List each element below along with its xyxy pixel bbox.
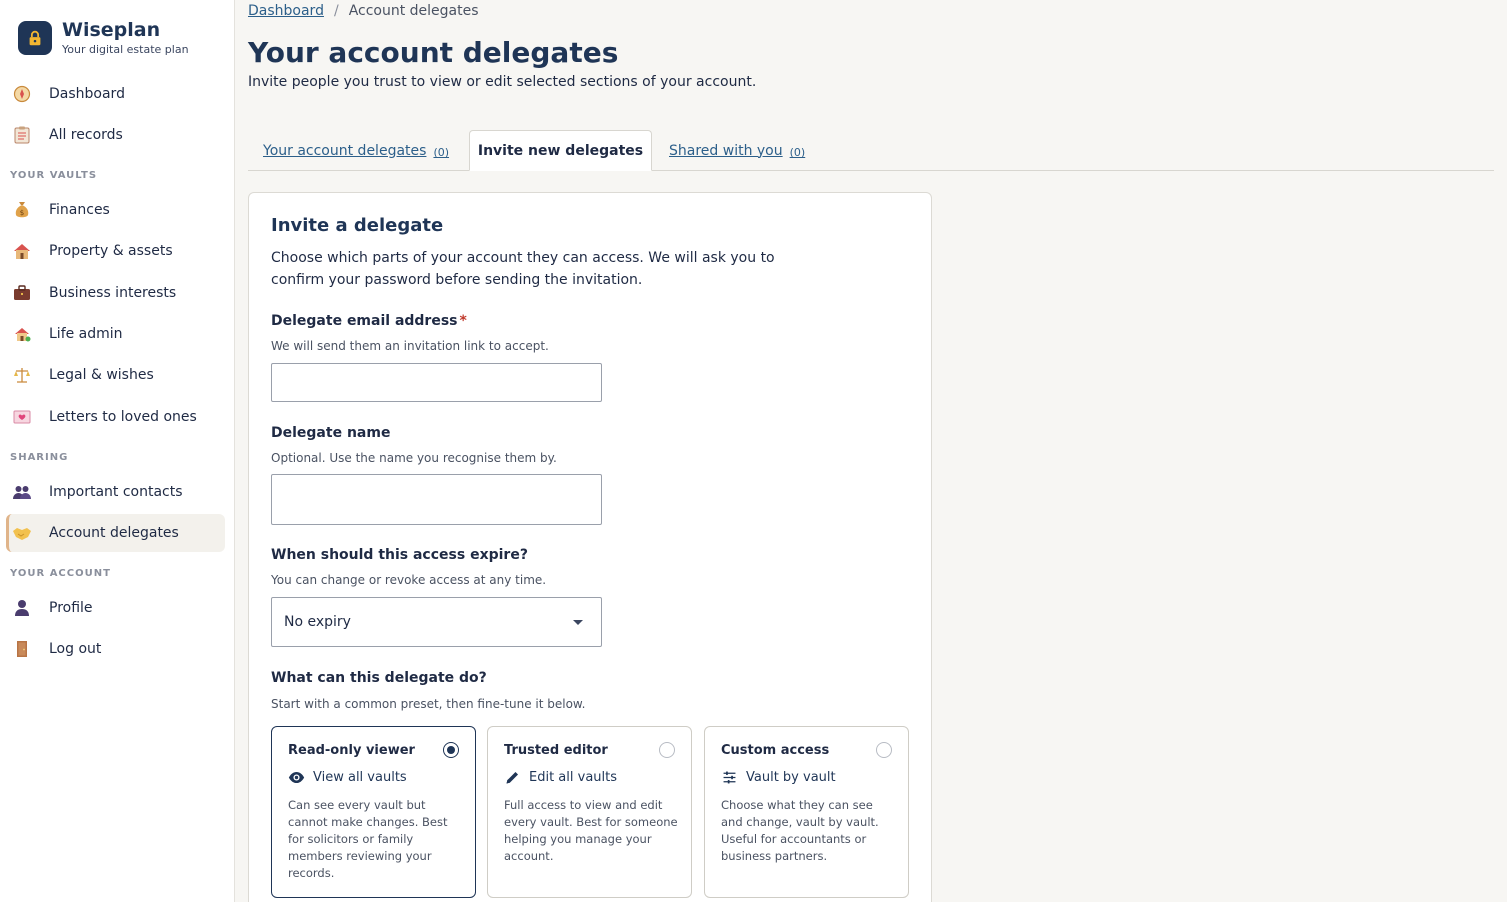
compass-icon bbox=[12, 84, 32, 104]
brand-tagline: Your digital estate plan bbox=[62, 43, 189, 56]
door-icon bbox=[12, 639, 32, 659]
section-label-vaults: YOUR VAULTS bbox=[10, 170, 98, 181]
person-icon bbox=[12, 598, 32, 618]
money-bag-icon: $ bbox=[12, 200, 32, 220]
tab-count: (0) bbox=[433, 146, 450, 159]
sliders-icon bbox=[723, 771, 736, 784]
expiry-selected-value: No expiry bbox=[284, 614, 351, 630]
preset-description: Can see every vault but cannot make chan… bbox=[288, 798, 448, 880]
permissions-hint: Start with a common preset, then fine-tu… bbox=[271, 697, 586, 711]
scales-icon bbox=[12, 365, 32, 385]
sidebar-item-label: Letters to loved ones bbox=[49, 409, 197, 425]
preset-description: Choose what they can see and change, vau… bbox=[721, 798, 879, 863]
breadcrumb-separator: / bbox=[333, 3, 339, 19]
sidebar-item-label: Important contacts bbox=[49, 484, 183, 500]
sidebar-item-dashboard[interactable]: Dashboard bbox=[6, 75, 225, 113]
lock-icon bbox=[18, 21, 52, 55]
page-title: Your account delegates bbox=[248, 36, 619, 69]
people-icon bbox=[12, 482, 32, 502]
section-label-sharing: SHARING bbox=[10, 452, 69, 463]
tab-label: Invite new delegates bbox=[477, 142, 644, 159]
preset-custom-access[interactable]: Custom access Vault by vault Choose what… bbox=[704, 726, 909, 898]
breadcrumb-current: Account delegates bbox=[348, 3, 479, 19]
name-field[interactable] bbox=[271, 474, 602, 525]
sidebar-item-all-records[interactable]: All records bbox=[6, 116, 225, 154]
card-description: Choose which parts of your account they … bbox=[271, 250, 775, 288]
love-letter-icon bbox=[12, 407, 32, 427]
email-hint: We will send them an invitation link to … bbox=[271, 339, 549, 353]
pencil-icon bbox=[506, 771, 519, 784]
sidebar-item-label: Life admin bbox=[49, 326, 123, 342]
email-field[interactable] bbox=[271, 363, 602, 402]
preset-scope: View all vaults bbox=[288, 769, 407, 786]
name-label: Delegate name bbox=[271, 425, 391, 441]
sidebar-item-account-delegates[interactable]: Account delegates bbox=[6, 514, 225, 552]
chevron-down-icon bbox=[573, 620, 583, 625]
preset-title: Read-only viewer bbox=[288, 743, 415, 758]
tab-label: Shared with you bbox=[669, 142, 783, 159]
preset-radio[interactable] bbox=[876, 742, 892, 758]
breadcrumb: Dashboard / Account delegates bbox=[248, 3, 479, 19]
handshake-icon bbox=[12, 523, 32, 543]
tab-label: Your account delegates bbox=[263, 142, 427, 159]
sidebar-item-label: Finances bbox=[49, 202, 110, 218]
sidebar-item-important-contacts[interactable]: Important contacts bbox=[6, 473, 225, 511]
preset-scope: Vault by vault bbox=[721, 769, 836, 786]
home-garden-icon bbox=[12, 324, 32, 344]
sidebar-item-label: All records bbox=[49, 127, 123, 143]
briefcase-icon bbox=[12, 283, 32, 303]
page-subtitle: Invite people you trust to view or edit … bbox=[248, 74, 757, 90]
sidebar-item-label: Account delegates bbox=[49, 525, 179, 541]
sidebar-item-finances[interactable]: $ Finances bbox=[6, 191, 225, 229]
sidebar-item-life-admin[interactable]: Life admin bbox=[6, 315, 225, 353]
clipboard-icon bbox=[12, 125, 32, 145]
sidebar-item-label: Dashboard bbox=[49, 86, 125, 102]
sidebar-item-log-out[interactable]: Log out bbox=[6, 630, 225, 668]
sidebar-item-label: Profile bbox=[49, 600, 93, 616]
svg-text:$: $ bbox=[20, 209, 24, 217]
sidebar-item-legal[interactable]: Legal & wishes bbox=[6, 356, 225, 394]
tab-invite-new-delegates[interactable]: Invite new delegates bbox=[469, 130, 652, 171]
tab-count: (0) bbox=[789, 146, 806, 159]
card-title: Invite a delegate bbox=[271, 215, 444, 236]
email-label: Delegate email address * bbox=[271, 313, 467, 329]
required-mark: * bbox=[459, 313, 467, 329]
sidebar-item-letters[interactable]: Letters to loved ones bbox=[6, 398, 225, 436]
tab-shared-with-you[interactable]: Shared with you (0) bbox=[669, 130, 805, 171]
expiry-select[interactable]: No expiry bbox=[271, 597, 602, 647]
eye-icon bbox=[288, 771, 305, 784]
sidebar: Wiseplan Your digital estate plan Dashbo… bbox=[0, 0, 235, 902]
sidebar-item-business[interactable]: Business interests bbox=[6, 274, 225, 312]
preset-radio[interactable] bbox=[443, 742, 459, 758]
tab-your-delegates[interactable]: Your account delegates (0) bbox=[263, 130, 449, 171]
sidebar-item-label: Legal & wishes bbox=[49, 367, 154, 383]
breadcrumb-dashboard-link[interactable]: Dashboard bbox=[248, 3, 324, 19]
preset-title: Trusted editor bbox=[504, 743, 608, 758]
sidebar-item-label: Property & assets bbox=[49, 243, 173, 259]
preset-scope: Edit all vaults bbox=[504, 769, 617, 786]
invite-delegate-card: Invite a delegate Choose which parts of … bbox=[248, 192, 932, 902]
name-hint: Optional. Use the name you recognise the… bbox=[271, 451, 557, 465]
preset-description: Full access to view and edit every vault… bbox=[504, 798, 678, 863]
sidebar-item-property[interactable]: Property & assets bbox=[6, 232, 225, 270]
house-icon bbox=[12, 241, 32, 261]
sidebar-item-label: Log out bbox=[49, 641, 102, 657]
sidebar-item-profile[interactable]: Profile bbox=[6, 589, 225, 627]
tab-bar: Your account delegates (0) Invite new de… bbox=[248, 130, 1494, 171]
expiry-hint: You can change or revoke access at any t… bbox=[271, 573, 547, 587]
brand[interactable]: Wiseplan Your digital estate plan bbox=[18, 20, 189, 56]
sidebar-item-label: Business interests bbox=[49, 285, 177, 301]
preset-radio[interactable] bbox=[659, 742, 675, 758]
brand-name: Wiseplan bbox=[62, 19, 161, 41]
preset-trusted-editor[interactable]: Trusted editor Edit all vaults Full acce… bbox=[487, 726, 692, 898]
preset-title: Custom access bbox=[721, 743, 830, 758]
section-label-account: YOUR ACCOUNT bbox=[10, 568, 111, 579]
preset-read-only-viewer[interactable]: Read-only viewer View all vaults Can see… bbox=[271, 726, 476, 898]
expiry-label: When should this access expire? bbox=[271, 547, 528, 563]
permissions-label: What can this delegate do? bbox=[271, 670, 487, 686]
